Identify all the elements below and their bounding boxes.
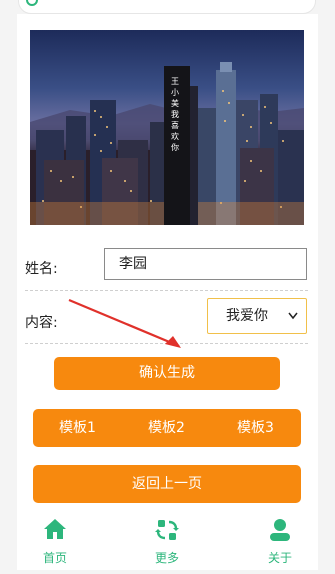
tab-home[interactable]: 首页 — [25, 514, 85, 570]
content-label: 内容: — [25, 315, 58, 331]
main-card: 王小美我喜欢你 姓名: 李园 内容: 我爱你 确认生成 模板1 模板2 模板3 … — [17, 14, 318, 570]
tab-about[interactable]: 关于 — [250, 514, 310, 570]
user-icon — [270, 519, 290, 541]
city-skyline-illustration — [30, 62, 304, 225]
annotation-arrow — [68, 298, 181, 348]
template-button-group: 模板1 模板2 模板3 — [33, 409, 301, 447]
top-search-pill[interactable] — [18, 0, 316, 14]
home-icon — [44, 519, 66, 539]
name-row: 姓名: 李园 — [25, 242, 310, 290]
divider — [25, 290, 308, 291]
tab-more[interactable]: 更多 — [137, 514, 197, 570]
template-3-button[interactable]: 模板3 — [211, 409, 300, 447]
tab-about-label: 关于 — [267, 551, 292, 565]
content-select[interactable]: 我爱你 — [207, 298, 307, 334]
tab-home-label: 首页 — [42, 551, 67, 565]
chevron-down-icon — [288, 299, 298, 346]
refresh-swap-icon — [155, 520, 179, 540]
building-banner-text: 王小美我喜欢你 — [171, 77, 179, 152]
name-label: 姓名: — [25, 261, 58, 277]
back-button[interactable]: 返回上一页 — [33, 465, 301, 503]
bottom-tab-bar: 首页 更多 关于 — [17, 514, 318, 570]
top-strip — [0, 0, 335, 14]
tab-more-label: 更多 — [154, 551, 179, 565]
hero-city-image: 王小美我喜欢你 — [30, 30, 304, 225]
confirm-generate-button[interactable]: 确认生成 — [54, 357, 280, 390]
template-2-button[interactable]: 模板2 — [122, 409, 211, 447]
name-input[interactable]: 李园 — [104, 248, 307, 280]
template-1-button[interactable]: 模板1 — [33, 409, 122, 447]
content-select-value: 我爱你 — [226, 308, 268, 324]
